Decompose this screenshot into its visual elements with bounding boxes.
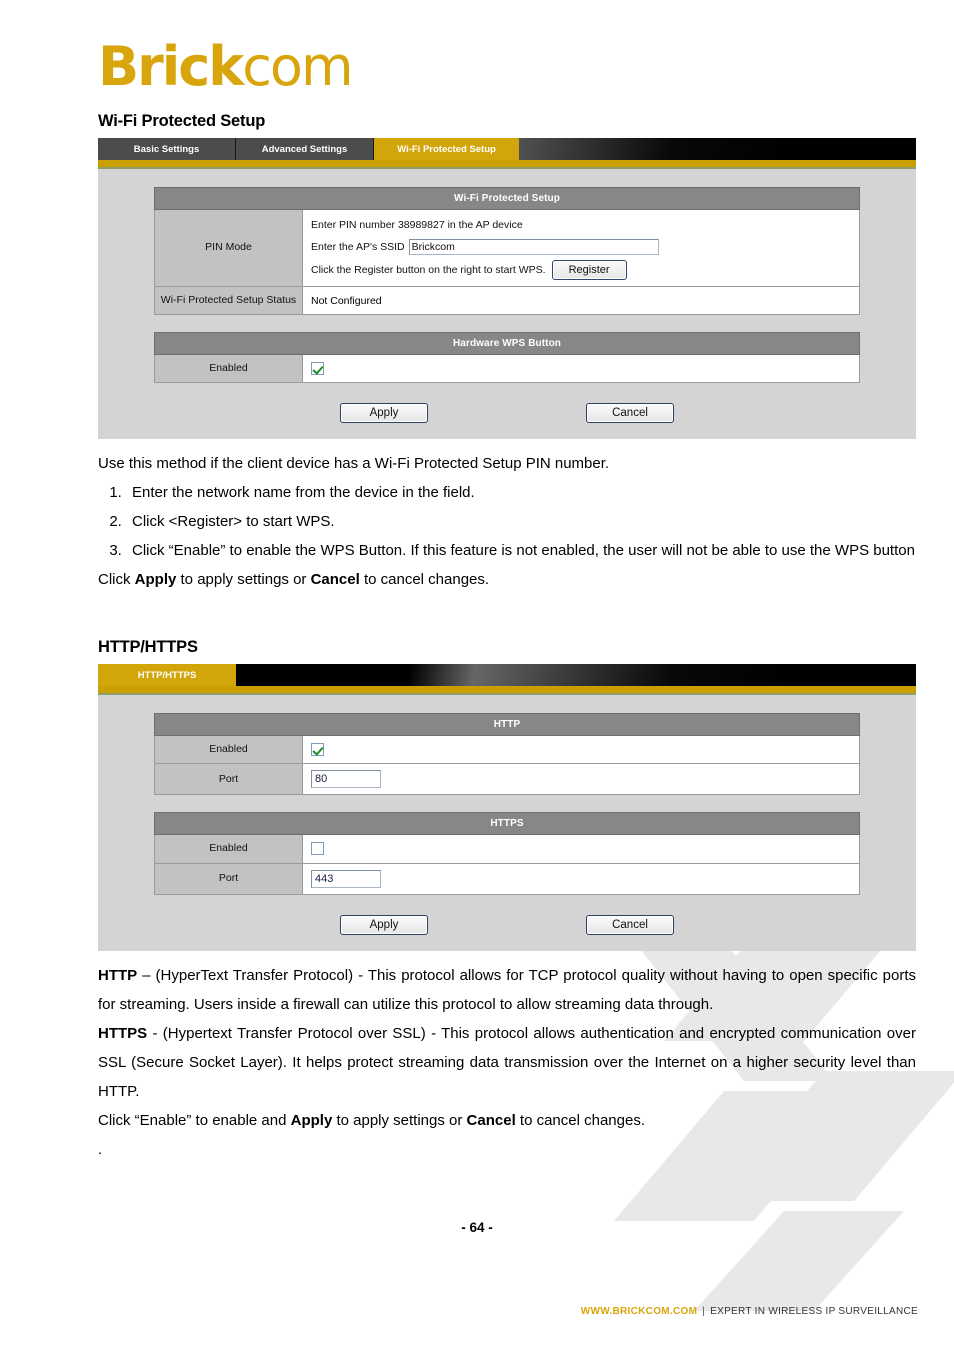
register-hint-text: Click the Register button on the right t… xyxy=(311,264,546,276)
http-port-label: Port xyxy=(154,763,303,796)
http-settings-table: HTTP Enabled Port xyxy=(154,713,860,796)
pin-mode-label: PIN Mode xyxy=(154,209,303,287)
wps-settings-table: Wi-Fi Protected Setup PIN Mode Enter PIN… xyxy=(154,187,860,316)
wps-apply-button[interactable]: Apply xyxy=(340,403,428,424)
https-enabled-label: Enabled xyxy=(154,834,303,864)
wps-instructions: Use this method if the client device has… xyxy=(98,449,916,594)
https-table-header: HTTPS xyxy=(154,812,860,836)
http-table-header: HTTP xyxy=(154,713,860,737)
hardware-enabled-label: Enabled xyxy=(154,354,303,384)
list-item: Enter the network name from the device i… xyxy=(126,478,916,507)
https-settings-table: HTTPS Enabled Port xyxy=(154,812,860,895)
wps-closing-line: Click Apply to apply settings or Cancel … xyxy=(98,565,916,594)
https-term: HTTPS xyxy=(98,1024,148,1042)
wps-intro-text: Use this method if the client device has… xyxy=(98,455,610,473)
http-definition-text: – (HyperText Transfer Protocol) - This p… xyxy=(98,966,916,1013)
http-action-buttons: Apply Cancel xyxy=(154,914,860,935)
http-closing-mid: to apply settings or xyxy=(332,1111,467,1129)
http-apply-button[interactable]: Apply xyxy=(340,914,428,935)
http-gold-divider xyxy=(98,686,916,694)
wps-closing-apply: Apply xyxy=(134,571,177,589)
wps-cancel-button[interactable]: Cancel xyxy=(586,403,674,424)
tab-advanced-settings[interactable]: Advanced Settings xyxy=(236,138,374,160)
table-row-https-enabled: Enabled xyxy=(154,834,860,864)
register-line: Click the Register button on the right t… xyxy=(311,260,851,280)
https-port-label: Port xyxy=(154,862,303,895)
http-section-heading: HTTP/HTTPS xyxy=(98,638,198,657)
logo-bold-text: Brick xyxy=(98,35,244,98)
tab-basic-settings[interactable]: Basic Settings xyxy=(98,138,236,160)
http-descriptions: HTTP – (HyperText Transfer Protocol) - T… xyxy=(98,961,916,1164)
wps-closing-cancel: Cancel xyxy=(310,571,360,589)
wps-section-heading: Wi-Fi Protected Setup xyxy=(98,112,266,130)
footer-separator: | xyxy=(702,1306,706,1317)
https-port-input[interactable] xyxy=(311,869,381,888)
wps-device-panel: Basic Settings Advanced Settings Wi-Fi P… xyxy=(98,138,916,440)
pin-number-text: Enter PIN number 38989827 in the AP devi… xyxy=(311,219,523,231)
brand-logo: Brickcom xyxy=(0,0,954,94)
table-row-https-port: Port xyxy=(154,862,860,895)
page-number: - 64 - xyxy=(461,1219,493,1235)
wps-closing-post: to cancel changes. xyxy=(359,571,490,589)
https-definition-text: - (Hypertext Transfer Protocol over SSL)… xyxy=(98,1024,916,1100)
table-row-pin-mode: PIN Mode Enter PIN number 38989827 in th… xyxy=(154,209,860,287)
wps-closing-pre: Click xyxy=(98,571,135,589)
http-closing-line: Click “Enable” to enable and Apply to ap… xyxy=(98,1106,916,1135)
trailing-dot: . xyxy=(98,1140,103,1158)
pin-number-line: Enter PIN number 38989827 in the AP devi… xyxy=(311,216,851,234)
http-tab-bar: HTTP/HTTPS xyxy=(98,664,916,687)
table-row-hardware-enabled: Enabled xyxy=(154,354,860,384)
wps-table-header: Wi-Fi Protected Setup xyxy=(154,187,860,210)
list-item: Click <Register> to start WPS. xyxy=(126,507,916,536)
table-row-http-enabled: Enabled xyxy=(154,735,860,765)
tab-http-https[interactable]: HTTP/HTTPS xyxy=(98,664,236,687)
http-closing-pre: Click “Enable” to enable and xyxy=(98,1111,291,1129)
http-closing-apply: Apply xyxy=(290,1111,333,1129)
wps-action-buttons: Apply Cancel xyxy=(154,403,860,424)
https-paragraph: HTTPS - (Hypertext Transfer Protocol ove… xyxy=(98,1019,916,1106)
table-row-wps-status: Wi-Fi Protected Setup Status Not Configu… xyxy=(154,285,860,316)
table-row-http-port: Port xyxy=(154,763,860,796)
ssid-input[interactable] xyxy=(408,239,659,255)
http-enabled-label: Enabled xyxy=(154,735,303,765)
wps-gold-divider xyxy=(98,160,916,167)
hardware-wps-header: Hardware WPS Button xyxy=(154,332,860,356)
wps-status-label: Wi-Fi Protected Setup Status xyxy=(154,285,303,316)
footer-tagline: EXPERT IN WIRELESS IP SURVEILLANCE xyxy=(710,1306,918,1317)
http-paragraph: HTTP – (HyperText Transfer Protocol) - T… xyxy=(98,961,916,1019)
wps-status-value: Not Configured xyxy=(302,285,860,316)
http-closing-cancel: Cancel xyxy=(466,1111,516,1129)
footer-url[interactable]: WWW.BRICKCOM.COM xyxy=(581,1306,697,1317)
http-closing-post: to cancel changes. xyxy=(515,1111,646,1129)
page-footer: WWW.BRICKCOM.COM | EXPERT IN WIRELESS IP S… xyxy=(0,1306,954,1317)
hardware-wps-enabled-checkbox[interactable] xyxy=(311,362,324,376)
http-cancel-button[interactable]: Cancel xyxy=(586,914,674,935)
register-button[interactable]: Register xyxy=(551,260,627,280)
https-enabled-checkbox[interactable] xyxy=(311,842,324,856)
http-port-input[interactable] xyxy=(311,770,381,789)
wps-tab-bar: Basic Settings Advanced Settings Wi-Fi P… xyxy=(98,138,916,160)
ssid-prompt-label: Enter the AP's SSID xyxy=(311,241,405,253)
hardware-wps-table: Hardware WPS Button Enabled xyxy=(154,332,860,384)
http-term: HTTP xyxy=(98,966,138,984)
wps-closing-mid: to apply settings or xyxy=(176,571,311,589)
tab-wifi-protected-setup[interactable]: Wi-Fi Protected Setup xyxy=(374,138,519,160)
wps-step-list: Enter the network name from the device i… xyxy=(98,478,916,565)
ssid-line: Enter the AP's SSID xyxy=(311,238,851,256)
http-device-panel: HTTP/HTTPS HTTP Enabled Port 80 HTTPS En… xyxy=(98,664,916,951)
http-enabled-checkbox[interactable] xyxy=(311,743,324,757)
logo-light-text: com xyxy=(242,35,353,98)
list-item: Click “Enable” to enable the WPS Button.… xyxy=(126,536,916,565)
